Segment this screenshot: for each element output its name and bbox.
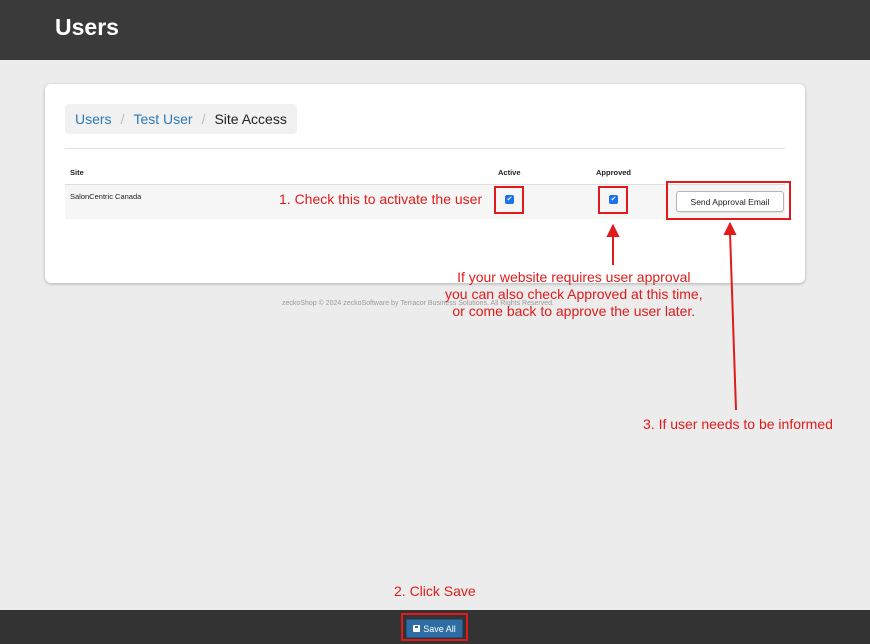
arrow-head [606,223,620,237]
floppy-disk-icon [413,625,421,632]
arrow-head [723,221,737,235]
annotation-arrows [606,221,737,411]
save-all-label: Save All [423,623,456,634]
arrow-to-send-email [729,231,737,411]
save-all-button[interactable]: Save All [406,619,463,638]
